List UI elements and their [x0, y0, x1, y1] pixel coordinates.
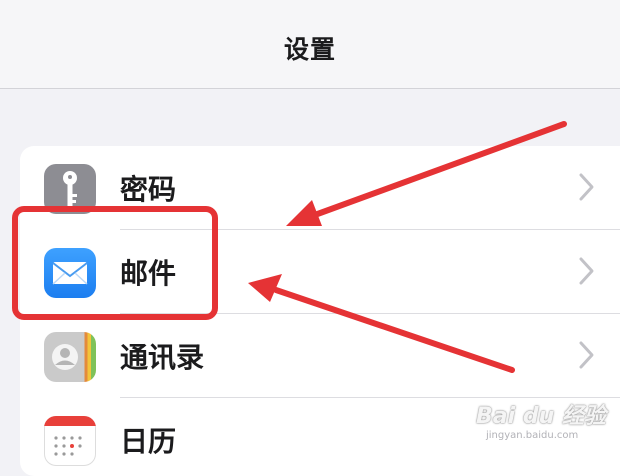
watermark: Bai du 经验 jingyan.baidu.com: [472, 394, 620, 454]
arrow-top: [286, 121, 567, 226]
watermark-url: jingyan.baidu.com: [486, 430, 579, 441]
arrow-bottom: [248, 274, 515, 373]
annotation-arrows: [248, 121, 567, 373]
watermark-brand: Bai du 经验: [476, 404, 606, 429]
